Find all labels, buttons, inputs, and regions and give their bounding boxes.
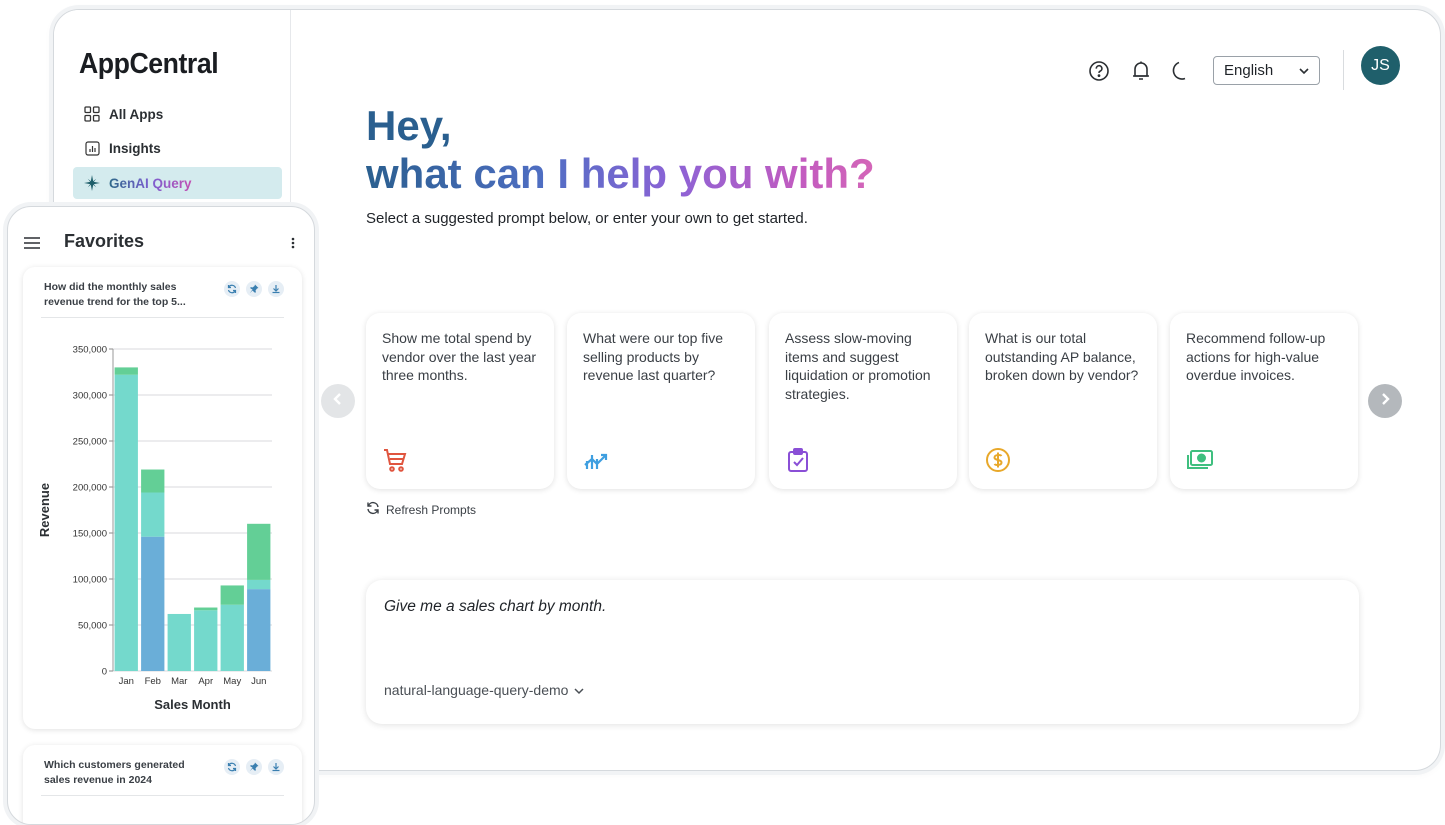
chart-bar-segment: [114, 374, 138, 671]
prompt-card[interactable]: What is our total outstanding AP balance…: [969, 313, 1157, 489]
grid-icon: [83, 105, 101, 123]
pin-icon[interactable]: [246, 281, 262, 297]
sidebar-item-label: GenAI Query: [109, 175, 192, 191]
y-tick-label: 0: [102, 667, 107, 678]
x-tick-label: Jun: [251, 676, 266, 687]
chart-bar-segment: [220, 604, 244, 671]
model-select[interactable]: natural-language-query-demo: [384, 682, 584, 698]
menu-icon[interactable]: [24, 236, 40, 254]
mobile-favorites-panel: Favorites How did the monthly sales reve…: [7, 206, 315, 825]
chart-bar-segment: [220, 585, 244, 605]
y-tick-label: 150,000: [73, 529, 107, 540]
y-tick-label: 50,000: [78, 621, 107, 632]
sidebar-item-insights[interactable]: Insights: [73, 132, 282, 164]
x-tick-label: Jan: [119, 676, 134, 687]
chart-bar-segment: [114, 367, 138, 375]
query-input[interactable]: Give me a sales chart by month.: [384, 598, 606, 616]
refresh-prompts-label: Refresh Prompts: [386, 502, 477, 517]
query-input-box[interactable]: Give me a sales chart by month. natural-…: [366, 580, 1359, 724]
divider: [41, 317, 284, 318]
y-tick-label: 250,000: [73, 437, 107, 448]
sales-chart: 350,000 300,000 250,000 200,000 150,000 100,0…: [37, 345, 272, 712]
bell-icon[interactable]: [1130, 60, 1152, 82]
greeting-line-2: what can I help you with?: [366, 150, 875, 198]
x-tick-label: May: [223, 676, 241, 687]
divider: [41, 795, 284, 796]
chart-bar-segment: [194, 610, 218, 671]
carousel-prev-button[interactable]: [321, 384, 355, 418]
download-icon[interactable]: [268, 281, 284, 297]
app-logo: AppCentral: [79, 48, 219, 80]
prompt-card[interactable]: What were our top five selling products …: [567, 313, 755, 489]
sparkle-icon: [83, 174, 101, 192]
prompt-text: What were our top five selling products …: [583, 330, 724, 383]
y-tick-label: 200,000: [73, 483, 107, 494]
refresh-icon[interactable]: [224, 759, 240, 775]
page-subtitle: Select a suggested prompt below, or ente…: [366, 210, 808, 227]
language-select[interactable]: English: [1213, 56, 1320, 85]
favorite-actions: [224, 281, 284, 297]
prompt-text: Assess slow-moving items and suggest liq…: [785, 330, 931, 402]
help-icon[interactable]: [1088, 60, 1110, 82]
clipboard-check-icon: [785, 447, 811, 473]
x-tick-label: Apr: [198, 676, 213, 687]
prompt-text: What is our total outstanding AP balance…: [985, 330, 1139, 383]
x-axis-title: Sales Month: [154, 697, 231, 712]
refresh-icon[interactable]: [224, 281, 240, 297]
chevron-left-icon: [333, 392, 343, 411]
x-tick-label: Feb: [145, 676, 161, 687]
refresh-prompts-button[interactable]: Refresh Prompts: [366, 501, 476, 518]
favorite-question: How did the monthly sales revenue trend …: [44, 281, 186, 308]
favorite-card[interactable]: How did the monthly sales revenue trend …: [23, 267, 302, 729]
refresh-icon: [366, 501, 380, 518]
prompt-card[interactable]: Recommend follow-up actions for high-val…: [1170, 313, 1358, 489]
x-tick-label: Mar: [171, 676, 187, 687]
chevron-down-icon: [574, 682, 584, 698]
favorite-question: Which customers generated sales revenue …: [44, 759, 185, 786]
sidebar-item-all-apps[interactable]: All Apps: [73, 98, 282, 130]
chevron-right-icon: [1380, 392, 1390, 411]
model-value: natural-language-query-demo: [384, 682, 569, 698]
more-vertical-icon[interactable]: [291, 236, 295, 254]
chart-bar-segment: [194, 607, 218, 611]
prompt-card[interactable]: Show me total spend by vendor over the l…: [366, 313, 554, 489]
sidebar-item-label: Insights: [109, 140, 161, 156]
chart-bar-segment: [247, 579, 271, 590]
prompt-text: Show me total spend by vendor over the l…: [382, 330, 537, 383]
y-tick-label: 350,000: [73, 345, 107, 356]
prompt-text: Recommend follow-up actions for high-val…: [1186, 330, 1326, 383]
prompt-card[interactable]: Assess slow-moving items and suggest liq…: [769, 313, 957, 489]
cash-icon: [1186, 447, 1213, 473]
favorites-header: Favorites: [8, 207, 314, 259]
language-value: English: [1224, 62, 1274, 79]
header-divider: [1343, 50, 1344, 90]
cart-icon: [382, 447, 408, 473]
chart-bar-segment: [167, 613, 191, 671]
sidebar-item-label: All Apps: [109, 106, 164, 122]
moon-icon[interactable]: [1170, 60, 1192, 82]
chart-bar-segment: [141, 469, 165, 493]
favorite-card[interactable]: Which customers generated sales revenue …: [23, 745, 302, 824]
sidebar-item-genai-query[interactable]: GenAI Query: [73, 167, 282, 199]
y-tick-label: 300,000: [73, 391, 107, 402]
avatar[interactable]: JS: [1361, 46, 1400, 85]
trend-icon: [583, 447, 609, 473]
carousel-next-button[interactable]: [1368, 384, 1402, 418]
chevron-down-icon: [1299, 62, 1309, 79]
greeting-line-1: Hey,: [366, 102, 452, 149]
greeting-text: what can I help you with?: [366, 150, 875, 197]
favorite-actions: [224, 759, 284, 775]
pin-icon[interactable]: [246, 759, 262, 775]
download-icon[interactable]: [268, 759, 284, 775]
chart-bar-segment: [141, 536, 165, 671]
favorites-title: Favorites: [64, 231, 145, 251]
chart-bar-segment: [141, 492, 165, 537]
y-axis-title: Revenue: [37, 483, 52, 537]
chart-icon: [83, 139, 101, 157]
dollar-icon: [985, 447, 1011, 473]
y-tick-label: 100,000: [73, 575, 107, 586]
chart-bar-segment: [247, 523, 271, 580]
chart-bar-segment: [247, 589, 271, 671]
